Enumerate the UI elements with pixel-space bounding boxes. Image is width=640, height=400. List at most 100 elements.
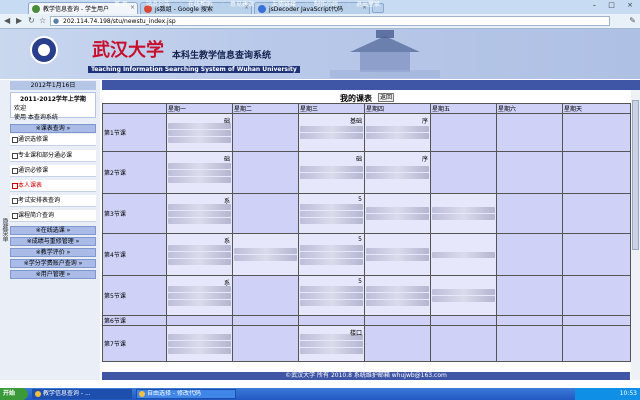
checkbox-icon: [12, 198, 18, 204]
back-button[interactable]: 返回: [378, 93, 394, 102]
nav-home[interactable]: 首 页: [114, 0, 128, 10]
back-arrow-icon[interactable]: ◀: [4, 16, 10, 25]
course-cell[interactable]: 系: [166, 275, 233, 316]
wrench-icon[interactable]: ✎: [629, 16, 636, 25]
course-cell[interactable]: [430, 275, 497, 316]
scrollbar-thumb[interactable]: [632, 100, 639, 250]
period-label: 第5节课: [102, 275, 167, 316]
course-cell[interactable]: [364, 233, 431, 276]
course-cell[interactable]: 5: [298, 275, 365, 316]
table-row: 第6节课: [102, 315, 631, 326]
system-title-en: Teaching Information Searching System of…: [88, 66, 300, 73]
course-cell[interactable]: [232, 233, 299, 276]
menu-section-user-management[interactable]: ※用户管理 »: [10, 270, 96, 279]
course-cell[interactable]: 5: [298, 193, 365, 234]
menu-section-online-selection[interactable]: ※在线选课 »: [10, 226, 96, 235]
star-icon[interactable]: ☆: [39, 16, 46, 25]
nav-announcements[interactable]: 站点公告: [146, 0, 170, 10]
empty-cell: [562, 325, 631, 362]
empty-cell: [562, 275, 631, 316]
empty-cell: [298, 315, 365, 326]
menu-item-general-required[interactable]: 通识必修课: [10, 165, 96, 177]
menu-item-course-intro[interactable]: 课程简介查询: [10, 210, 96, 222]
globe-icon: ●: [53, 17, 60, 25]
empty-cell: [496, 315, 563, 326]
menu-item-label: 考试安排表查询: [18, 197, 61, 204]
empty-cell: [562, 113, 631, 152]
course-cell[interactable]: 础: [298, 151, 365, 194]
taskbar-item-editor[interactable]: 自由选择 - 修改代码: [136, 389, 236, 399]
checkbox-icon: [12, 213, 18, 219]
course-cell[interactable]: 系: [166, 193, 233, 234]
url-field[interactable]: ● 202.114.74.198/stu/newstu_index.jsp: [50, 16, 610, 26]
course-text: 系: [223, 280, 230, 287]
course-cell[interactable]: 5: [298, 233, 365, 276]
forward-arrow-icon[interactable]: ▶: [16, 16, 22, 25]
page-footer: ©武汉大学 所有 2010.8 系统维护邮箱 whujwb@163.com: [102, 372, 630, 380]
menu-item-label: 课程简介查询: [18, 212, 55, 219]
course-cell[interactable]: [364, 193, 431, 234]
empty-cell: [430, 325, 497, 362]
menu-item-major-courses[interactable]: 专业课和部分通必课: [10, 150, 96, 162]
close-icon[interactable]: ×: [130, 4, 135, 11]
course-text: 5: [358, 196, 362, 203]
system-title: 本科生教学信息查询系统: [172, 51, 272, 61]
menu-section-evaluation[interactable]: ※教学评价 »: [10, 248, 96, 257]
empty-cell: [496, 151, 563, 194]
menu-item-exam-schedule[interactable]: 考试安排表查询: [10, 195, 96, 207]
empty-cell: [232, 275, 299, 316]
current-term: 2011-2012学年上学期: [20, 96, 86, 103]
checkbox-icon: [12, 153, 18, 159]
course-cell[interactable]: [430, 193, 497, 234]
nav-suggestions[interactable]: 意见建议: [230, 0, 254, 10]
menu-item-general-elective[interactable]: 通识选修课: [10, 134, 96, 146]
timetable-header-row: 星期一 星期二 星期三 星期四 星期五 星期六 星期天: [102, 103, 631, 114]
menu-item-label: 通识选修课: [18, 136, 49, 143]
nav-separator: |: [348, 1, 351, 8]
empty-cell: [496, 233, 563, 276]
empty-cell: [496, 275, 563, 316]
window-controls[interactable]: – □ ×: [593, 1, 638, 9]
course-cell[interactable]: 础: [166, 151, 233, 194]
course-cell[interactable]: [430, 233, 497, 276]
course-cell[interactable]: [364, 275, 431, 316]
pavilion-illustration-icon: [330, 30, 440, 78]
course-cell[interactable]: 系: [166, 233, 233, 276]
start-button[interactable]: 开始: [0, 388, 28, 400]
empty-cell: [496, 325, 563, 362]
empty-cell: [562, 193, 631, 234]
course-text: 5: [358, 236, 362, 243]
course-cell[interactable]: [166, 325, 233, 362]
course-cell[interactable]: 序: [364, 151, 431, 194]
nav-logout[interactable]: 退出登录: [356, 0, 380, 10]
day-header: 星期天: [562, 103, 631, 114]
empty-cell: [430, 151, 497, 194]
menu-section-credit-account[interactable]: ※学分学费账户查询 »: [10, 259, 96, 268]
menu-section-grades[interactable]: ※成绩与重修管理 »: [10, 237, 96, 246]
nav-team[interactable]: 制作小组: [314, 0, 338, 10]
menu-item-my-schedule[interactable]: 本人课表: [10, 180, 96, 192]
taskbar-item-browser[interactable]: 教学信息查询 - ...: [32, 389, 132, 399]
empty-cell: [232, 151, 299, 194]
course-cell[interactable]: 序: [364, 113, 431, 152]
timetable: 星期一 星期二 星期三 星期四 星期五 星期六 星期天 第1节课 础 基础 序 …: [102, 103, 631, 362]
course-text: 础: [223, 156, 230, 163]
course-cell[interactable]: 楼口: [298, 325, 365, 362]
period-label: 第2节课: [102, 151, 167, 194]
nav-links[interactable]: 友情链接: [272, 0, 296, 10]
day-header: 星期四: [364, 103, 431, 114]
use-text: 使用 本查询系统: [14, 114, 58, 121]
reload-icon[interactable]: ↻: [28, 16, 35, 25]
empty-cell: [430, 113, 497, 152]
menu-item-label: 专业课和部分通必课: [18, 152, 73, 159]
hide-menu-toggle[interactable]: 隐藏菜单: [0, 200, 9, 260]
empty-cell: [496, 113, 563, 152]
table-row: 第2节课 础 础 序: [102, 151, 631, 194]
course-cell[interactable]: 础: [166, 113, 233, 152]
course-cell[interactable]: 基础: [298, 113, 365, 152]
university-seal-icon: [30, 36, 58, 64]
menu-section-schedule[interactable]: ※课表查询 »: [10, 124, 96, 133]
nav-separator: |: [138, 1, 141, 8]
nav-help[interactable]: 在线帮助: [188, 0, 212, 10]
empty-cell: [430, 315, 497, 326]
